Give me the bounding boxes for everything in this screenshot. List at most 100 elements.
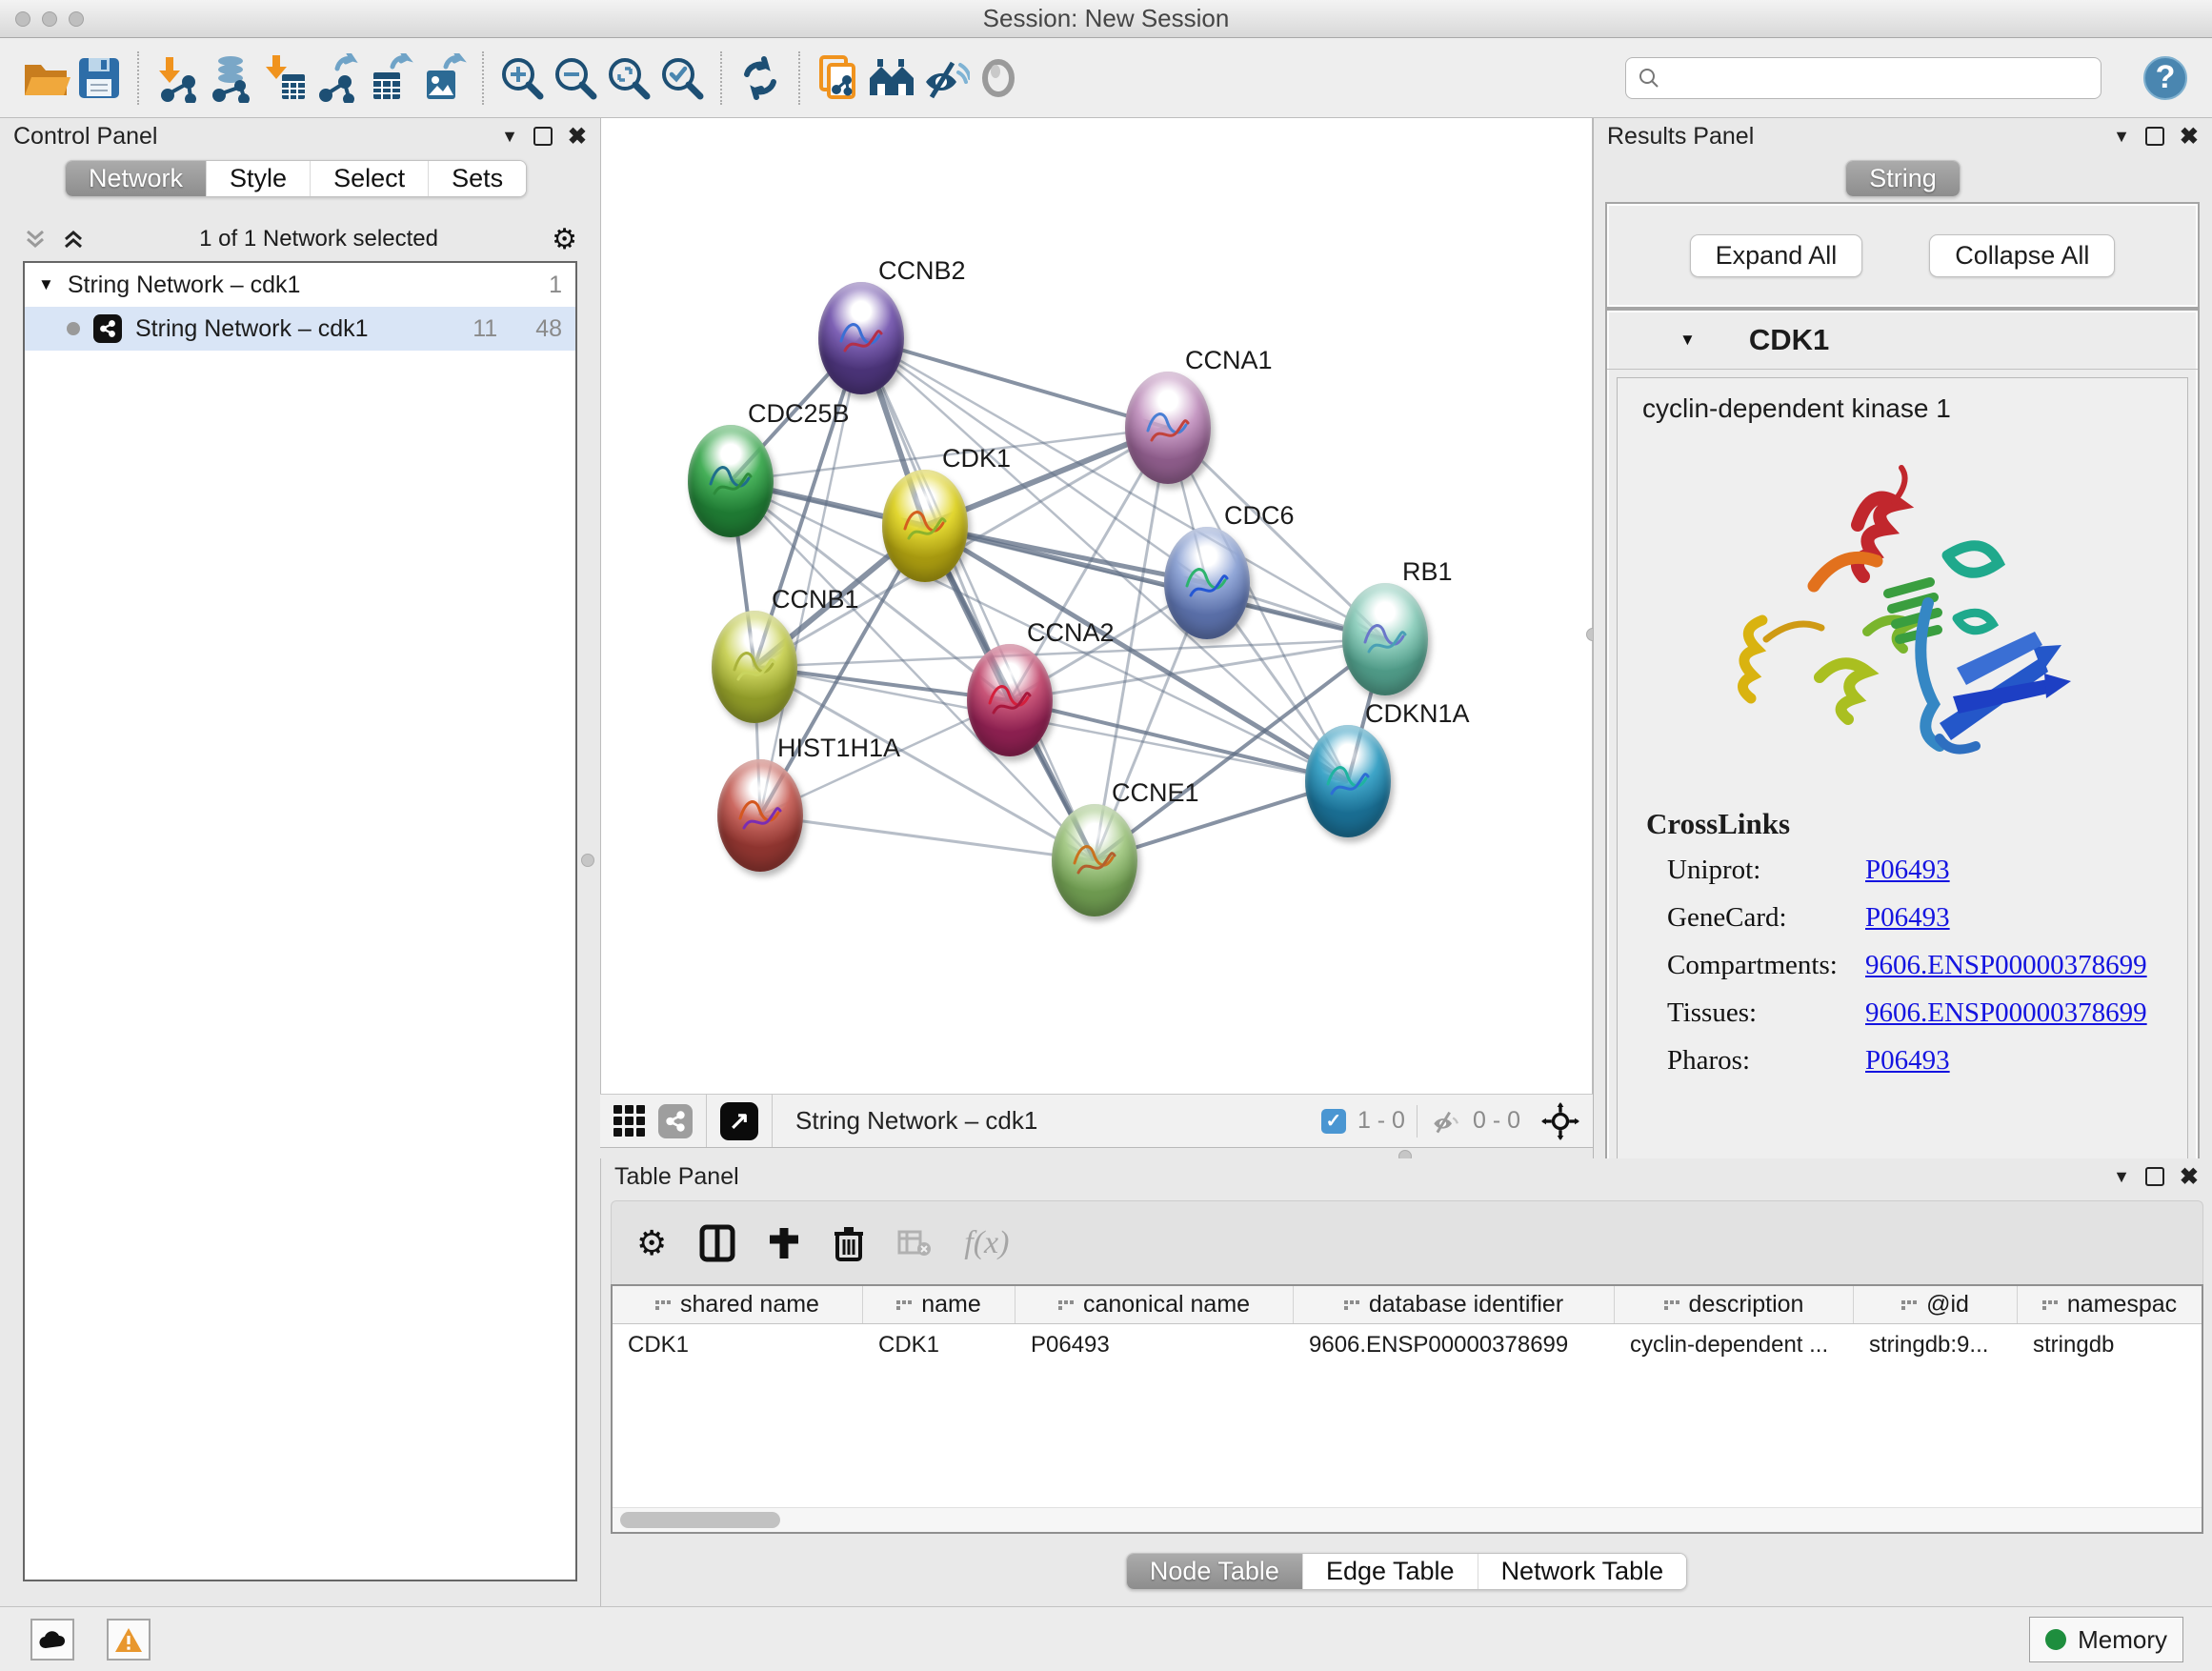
scrollbar-thumb[interactable] [620,1512,780,1528]
float-results-button[interactable]: ▼ [2113,127,2130,147]
search-input[interactable] [1668,65,2089,91]
cell-database-identifier[interactable]: 9606.ENSP00000378699 [1294,1324,1615,1366]
network-options-gear-icon[interactable]: ⚙ [552,223,577,256]
cell-canonical-name[interactable]: P06493 [1016,1324,1294,1366]
crosslink-tissues-link[interactable]: 9606.ENSP00000378699 [1865,997,2147,1029]
horizontal-scrollbar[interactable] [613,1507,2202,1532]
maximize-window-button[interactable] [69,11,84,27]
tab-node-table[interactable]: Node Table [1127,1554,1303,1589]
network-node-count: 11 [473,315,497,343]
edge-HIST1H1A-CCNE1[interactable] [760,815,1095,860]
tab-network-table[interactable]: Network Table [1478,1554,1687,1589]
collapse-all-button[interactable]: Collapse All [1929,234,2115,277]
close-window-button[interactable] [15,11,30,27]
network-thumbnail-icon[interactable] [658,1104,693,1138]
cell-id[interactable]: stringdb:9... [1854,1324,2018,1366]
help-button[interactable]: ? [2143,56,2187,100]
node-CCNB2[interactable] [818,282,904,394]
column-header[interactable]: namespac [2018,1286,2202,1323]
node-RB1[interactable] [1342,583,1428,695]
edge-CCNB2-CCNA1[interactable] [861,338,1168,428]
import-network-button[interactable] [151,51,204,105]
collapse-all-icon[interactable] [23,227,48,252]
node-CCNB1[interactable] [712,611,797,723]
node-CDC6[interactable] [1164,527,1250,639]
node-HIST1H1A[interactable] [717,759,803,872]
close-panel-button[interactable]: ✖ [568,123,587,151]
network-row[interactable]: String Network – cdk1 11 48 [25,307,575,351]
table-options-gear-icon[interactable]: ⚙ [636,1223,667,1263]
node-CDKN1A[interactable] [1305,725,1391,837]
edge-CCNB2-CCNE1[interactable] [861,338,1095,860]
save-session-button[interactable] [72,51,126,105]
cell-shared-name[interactable]: CDK1 [613,1324,863,1366]
tab-select[interactable]: Select [311,161,429,196]
birds-eye-view-icon[interactable] [613,1105,645,1137]
import-database-button[interactable] [204,51,257,105]
maximize-table-button[interactable] [2145,1167,2164,1186]
expand-all-button[interactable]: Expand All [1690,234,1863,277]
hide-selected-button[interactable] [918,51,972,105]
entry-expander-icon[interactable]: ▼ [1679,331,1696,350]
selected-nodes-checkbox[interactable]: ✓ [1321,1109,1346,1134]
export-image-button[interactable] [417,51,471,105]
column-header[interactable]: @id [1854,1286,2018,1323]
column-header[interactable]: database identifier [1294,1286,1615,1323]
zoom-selected-button[interactable] [655,51,709,105]
node-CDC25B[interactable] [688,425,774,537]
clone-network-button[interactable] [812,51,865,105]
maximize-panel-button[interactable] [533,127,553,146]
collection-expander-icon[interactable]: ▼ [38,275,54,294]
export-network-button[interactable] [311,51,364,105]
warnings-button[interactable] [107,1619,151,1661]
show-all-button[interactable] [972,51,1025,105]
edge-CCNA2-CDKN1A[interactable] [1010,700,1348,781]
network-collection-row[interactable]: ▼ String Network – cdk1 1 [25,263,575,307]
cloud-status-button[interactable] [30,1619,74,1661]
tab-edge-table[interactable]: Edge Table [1303,1554,1478,1589]
node-CDK1[interactable] [882,470,968,582]
tab-string[interactable]: String [1846,161,1960,196]
crosslink-genecard-link[interactable]: P06493 [1865,902,1950,934]
crosslink-uniprot-link[interactable]: P06493 [1865,855,1950,886]
tab-network[interactable]: Network [66,161,207,196]
open-file-button[interactable] [19,51,72,105]
export-table-button[interactable] [364,51,417,105]
column-header[interactable]: description [1615,1286,1854,1323]
expand-all-icon[interactable] [61,227,86,252]
float-panel-button[interactable]: ▼ [501,127,518,147]
left-splitter-handle[interactable] [581,854,594,867]
memory-status-button[interactable]: Memory [2029,1617,2183,1662]
tab-style[interactable]: Style [207,161,311,196]
crosslink-pharos-link[interactable]: P06493 [1865,1045,1950,1077]
home-button[interactable] [865,51,918,105]
maximize-results-button[interactable] [2145,127,2164,146]
table-row[interactable]: CDK1 CDK1 P06493 9606.ENSP00000378699 cy… [613,1324,2202,1366]
zoom-in-button[interactable] [495,51,549,105]
zoom-fit-button[interactable] [602,51,655,105]
column-header[interactable]: canonical name [1016,1286,1294,1323]
tab-sets[interactable]: Sets [429,161,526,196]
refresh-button[interactable] [734,51,787,105]
crosslink-compartments-link[interactable]: 9606.ENSP00000378699 [1865,950,2147,981]
zoom-out-button[interactable] [549,51,602,105]
float-table-button[interactable]: ▼ [2113,1167,2130,1187]
node-CCNA2[interactable] [967,644,1053,756]
cell-name[interactable]: CDK1 [863,1324,1016,1366]
fit-content-crosshair-icon[interactable] [1541,1102,1579,1140]
minimize-window-button[interactable] [42,11,57,27]
delete-column-icon[interactable] [833,1224,865,1262]
detach-view-button[interactable]: ↗ [720,1102,758,1140]
network-canvas[interactable]: CCNB2CCNA1CDC25BCDK1CDC6RB1CCNB1CCNA2CDK… [600,118,1593,1094]
close-table-button[interactable]: ✖ [2180,1163,2199,1191]
cell-description[interactable]: cyclin-dependent ... [1615,1324,1854,1366]
cell-namespace[interactable]: stringdb [2018,1324,2202,1366]
node-CCNA1[interactable] [1125,372,1211,484]
column-header[interactable]: shared name [613,1286,863,1323]
node-CCNE1[interactable] [1052,804,1137,916]
show-columns-icon[interactable] [699,1224,735,1262]
column-header[interactable]: name [863,1286,1016,1323]
import-table-button[interactable] [257,51,311,105]
close-results-button[interactable]: ✖ [2180,123,2199,151]
add-column-icon[interactable] [768,1226,800,1260]
